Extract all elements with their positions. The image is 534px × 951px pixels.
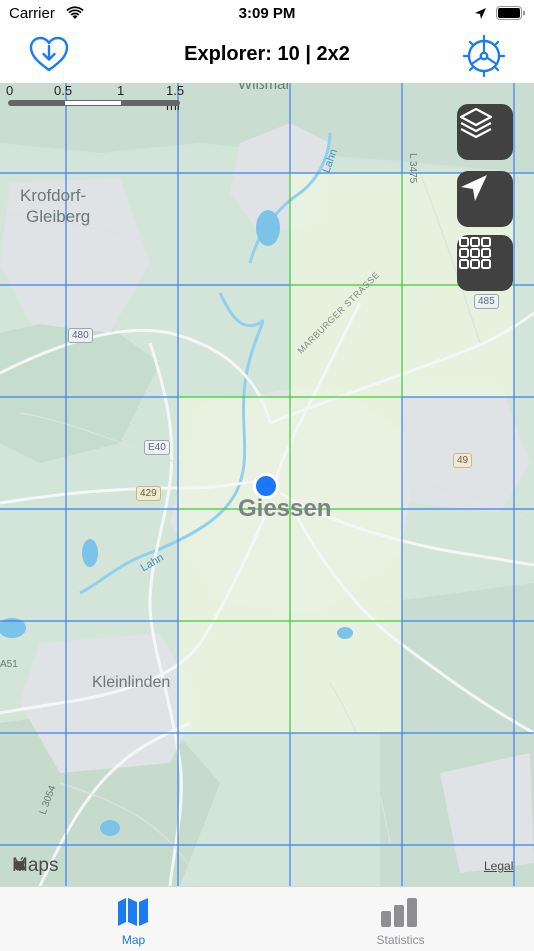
road-shield-49: 49 xyxy=(453,453,473,468)
bar-chart-icon xyxy=(381,898,417,927)
status-bar: Carrier 3:09 PM xyxy=(0,0,534,28)
tab-map[interactable]: Map xyxy=(0,887,267,951)
apple-logo-icon xyxy=(14,857,26,871)
page-title: Explorer: 10 | 2x2 xyxy=(184,43,350,65)
battery-icon xyxy=(496,6,526,25)
place-label-wissmar: Wißmar xyxy=(238,83,291,93)
recenter-location-button[interactable] xyxy=(457,171,513,227)
map-view[interactable]: 0 0.5 1 1.5 mi Wißmar Krofdorf- Gleiberg… xyxy=(0,83,534,886)
status-time: 3:09 PM xyxy=(238,5,296,22)
maps-attribution: Maps xyxy=(12,855,58,877)
place-label-gleiberg: Gleiberg xyxy=(26,207,91,226)
settings-button[interactable] xyxy=(462,34,506,78)
gear-icon xyxy=(462,34,506,78)
road-shield-e40: E40 xyxy=(144,440,170,455)
tab-statistics[interactable]: Statistics xyxy=(267,887,534,951)
legal-link[interactable]: Legal xyxy=(484,859,513,873)
road-label-l3475: L 3475 xyxy=(407,153,418,184)
tab-map-label: Map xyxy=(121,933,146,947)
map-layers-button[interactable] xyxy=(457,104,513,160)
road-shield-429: 429 xyxy=(136,486,161,501)
road-shield-480: 480 xyxy=(68,328,93,343)
scale-label-1: 1 xyxy=(117,83,125,98)
scale-bar-line xyxy=(8,100,180,106)
map-icon xyxy=(118,898,148,926)
grid-toggle-button[interactable] xyxy=(457,235,513,291)
location-arrow-icon xyxy=(461,175,487,201)
navigation-bar: Explorer: 10 | 2x2 xyxy=(0,28,534,83)
road-shield-485: 485 xyxy=(474,294,499,309)
layers-icon xyxy=(459,107,493,139)
tab-bar: Map Statistics xyxy=(0,886,534,951)
user-location-dot xyxy=(253,473,279,499)
scale-label-half: 0.5 xyxy=(54,83,73,98)
place-label-kleinlinden: Kleinlinden xyxy=(92,674,171,691)
road-label-a51: A51 xyxy=(0,659,18,670)
location-arrow-icon xyxy=(474,7,487,25)
place-label-giessen: Giessen xyxy=(238,495,332,522)
grid-icon xyxy=(459,237,491,269)
place-label-krofdorf: Krofdorf- xyxy=(20,186,87,205)
scale-label-1-5: 1.5 mi xyxy=(166,83,185,113)
map-scale: 0 0.5 1 1.5 mi xyxy=(4,83,184,113)
scale-label-0: 0 xyxy=(6,83,14,98)
tab-statistics-label: Statistics xyxy=(376,933,425,947)
